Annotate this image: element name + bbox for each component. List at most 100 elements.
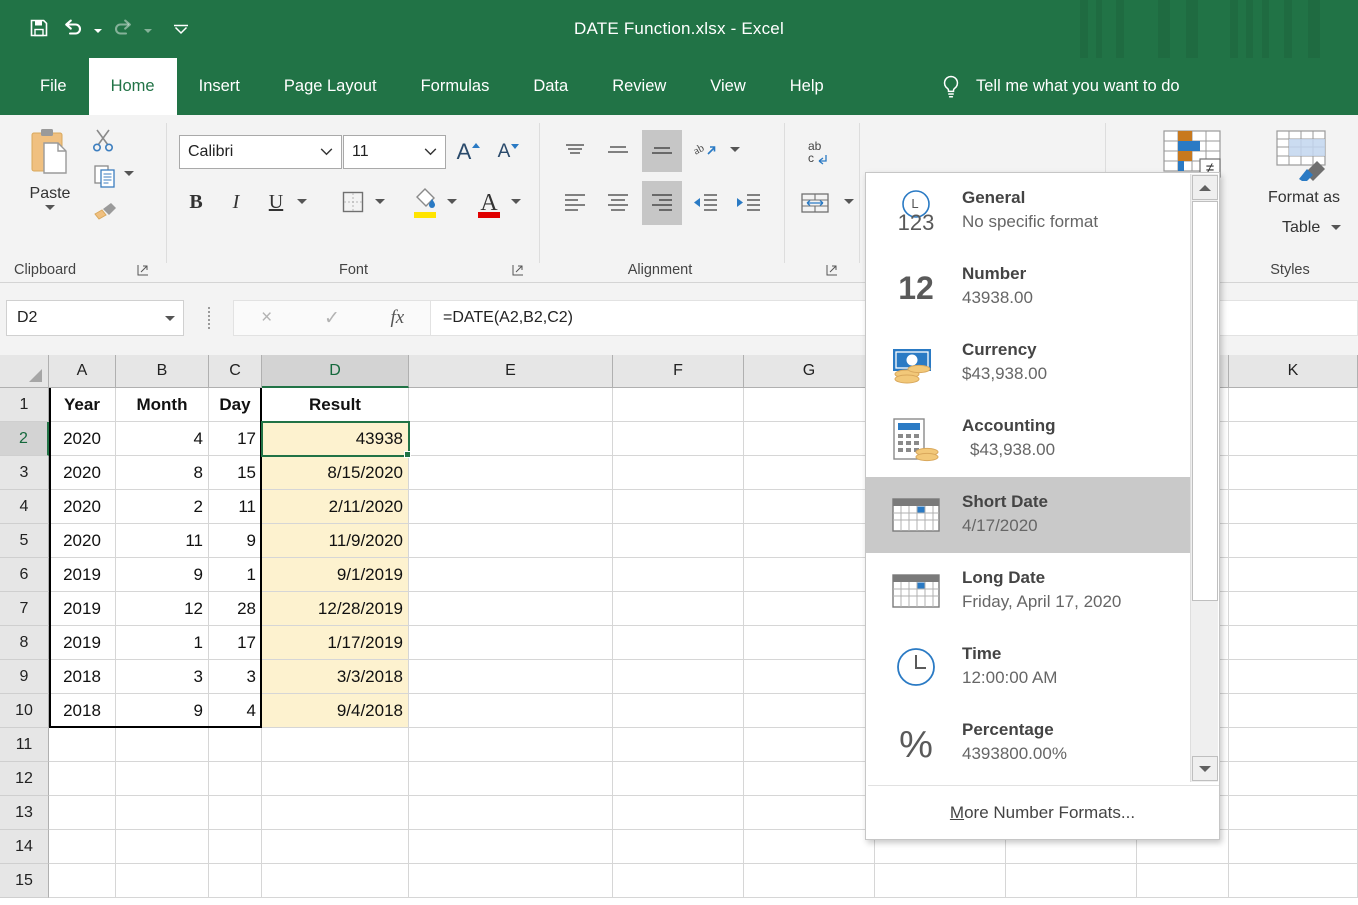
save-icon[interactable] [22, 10, 56, 46]
cell-c6[interactable]: 1 [209, 558, 262, 592]
paste-button[interactable]: Paste [14, 125, 86, 210]
cell-a12[interactable] [49, 762, 116, 796]
cell-b4[interactable]: 2 [116, 490, 209, 524]
borders-icon[interactable] [335, 185, 371, 219]
column-header-c[interactable]: C [209, 355, 262, 388]
cell-b10[interactable]: 9 [116, 694, 209, 728]
cell-e10[interactable] [409, 694, 613, 728]
cell-k1[interactable] [1229, 388, 1358, 422]
cell-e11[interactable] [409, 728, 613, 762]
cell-f12[interactable] [613, 762, 744, 796]
alignment-dialog-launcher[interactable] [826, 264, 838, 276]
cell-a10[interactable]: 2018 [49, 694, 116, 728]
column-header-g[interactable]: G [744, 355, 875, 388]
number-format-item-percentage[interactable]: % Percentage 4393800.00% [866, 705, 1192, 781]
cell-h15[interactable] [875, 864, 1006, 898]
underline-button[interactable]: U [259, 185, 293, 219]
orientation-icon[interactable]: ab [686, 133, 724, 169]
fill-color-dropdown-icon[interactable] [447, 199, 457, 204]
wrap-text-icon[interactable]: ab c [795, 133, 839, 171]
cell-g9[interactable] [744, 660, 875, 694]
cell-k13[interactable] [1229, 796, 1358, 830]
tab-insert[interactable]: Insert [177, 58, 262, 115]
cell-g7[interactable] [744, 592, 875, 626]
cell-j15[interactable] [1137, 864, 1229, 898]
row-header-10[interactable]: 10 [0, 694, 49, 728]
cell-g12[interactable] [744, 762, 875, 796]
font-name-combo[interactable]: Calibri [179, 135, 342, 169]
cell-d6[interactable]: 9/1/2019 [262, 558, 409, 592]
cell-k8[interactable] [1229, 626, 1358, 660]
cell-c15[interactable] [209, 864, 262, 898]
align-center-icon[interactable] [599, 185, 637, 221]
cell-g6[interactable] [744, 558, 875, 592]
cell-f6[interactable] [613, 558, 744, 592]
row-header-2[interactable]: 2 [0, 422, 49, 456]
cell-e2[interactable] [409, 422, 613, 456]
cell-a5[interactable]: 2020 [49, 524, 116, 558]
cell-k3[interactable] [1229, 456, 1358, 490]
cell-d10[interactable]: 9/4/2018 [262, 694, 409, 728]
cell-a6[interactable]: 2019 [49, 558, 116, 592]
font-color-dropdown-icon[interactable] [511, 199, 521, 204]
tab-data[interactable]: Data [511, 58, 590, 115]
cell-f13[interactable] [613, 796, 744, 830]
more-number-formats-item[interactable]: More Number Formats... [866, 786, 1219, 839]
dropdown-scrollbar[interactable] [1190, 174, 1218, 782]
tab-home[interactable]: Home [89, 58, 177, 115]
cell-c10[interactable]: 4 [209, 694, 262, 728]
column-header-a[interactable]: A [49, 355, 116, 388]
cell-c1[interactable]: Day [209, 388, 262, 422]
cell-d8[interactable]: 1/17/2019 [262, 626, 409, 660]
cell-d14[interactable] [262, 830, 409, 864]
cell-f8[interactable] [613, 626, 744, 660]
cell-d5[interactable]: 11/9/2020 [262, 524, 409, 558]
cell-e14[interactable] [409, 830, 613, 864]
cell-c4[interactable]: 11 [209, 490, 262, 524]
cell-c13[interactable] [209, 796, 262, 830]
format-as-table-icon[interactable] [1275, 129, 1337, 181]
number-format-item-short-date[interactable]: Short Date 4/17/2020 [866, 477, 1192, 553]
cell-d11[interactable] [262, 728, 409, 762]
cell-c3[interactable]: 15 [209, 456, 262, 490]
cell-g10[interactable] [744, 694, 875, 728]
cell-g14[interactable] [744, 830, 875, 864]
row-header-15[interactable]: 15 [0, 864, 49, 898]
cell-f11[interactable] [613, 728, 744, 762]
cell-a9[interactable]: 2018 [49, 660, 116, 694]
cell-c12[interactable] [209, 762, 262, 796]
column-header-e[interactable]: E [409, 355, 613, 388]
tab-view[interactable]: View [688, 58, 767, 115]
cell-f15[interactable] [613, 864, 744, 898]
cell-e4[interactable] [409, 490, 613, 524]
align-right-icon[interactable] [642, 181, 682, 225]
align-bottom-icon[interactable] [642, 130, 682, 172]
tab-file[interactable]: File [18, 58, 89, 115]
cell-f2[interactable] [613, 422, 744, 456]
cell-a4[interactable]: 2020 [49, 490, 116, 524]
decrease-font-size-icon[interactable]: A [491, 137, 525, 167]
font-color-icon[interactable]: A [471, 181, 507, 223]
cell-g11[interactable] [744, 728, 875, 762]
row-header-5[interactable]: 5 [0, 524, 49, 558]
cell-f4[interactable] [613, 490, 744, 524]
tell-me-box[interactable]: Tell me what you want to do [940, 58, 1180, 115]
cell-b11[interactable] [116, 728, 209, 762]
cell-k6[interactable] [1229, 558, 1358, 592]
cell-d2[interactable]: 43938 [262, 422, 409, 456]
tab-review[interactable]: Review [590, 58, 688, 115]
fill-color-icon[interactable] [407, 181, 443, 223]
cell-g2[interactable] [744, 422, 875, 456]
cell-g15[interactable] [744, 864, 875, 898]
cell-k9[interactable] [1229, 660, 1358, 694]
cell-c9[interactable]: 3 [209, 660, 262, 694]
tab-page-layout[interactable]: Page Layout [262, 58, 399, 115]
merge-cells-icon[interactable] [792, 185, 838, 223]
font-size-dropdown-icon[interactable] [415, 148, 445, 156]
cell-e7[interactable] [409, 592, 613, 626]
cell-b14[interactable] [116, 830, 209, 864]
clipboard-dialog-launcher[interactable] [137, 264, 149, 276]
cell-k11[interactable] [1229, 728, 1358, 762]
tab-help[interactable]: Help [768, 58, 846, 115]
number-format-item-long-date[interactable]: Long Date Friday, April 17, 2020 [866, 553, 1192, 629]
